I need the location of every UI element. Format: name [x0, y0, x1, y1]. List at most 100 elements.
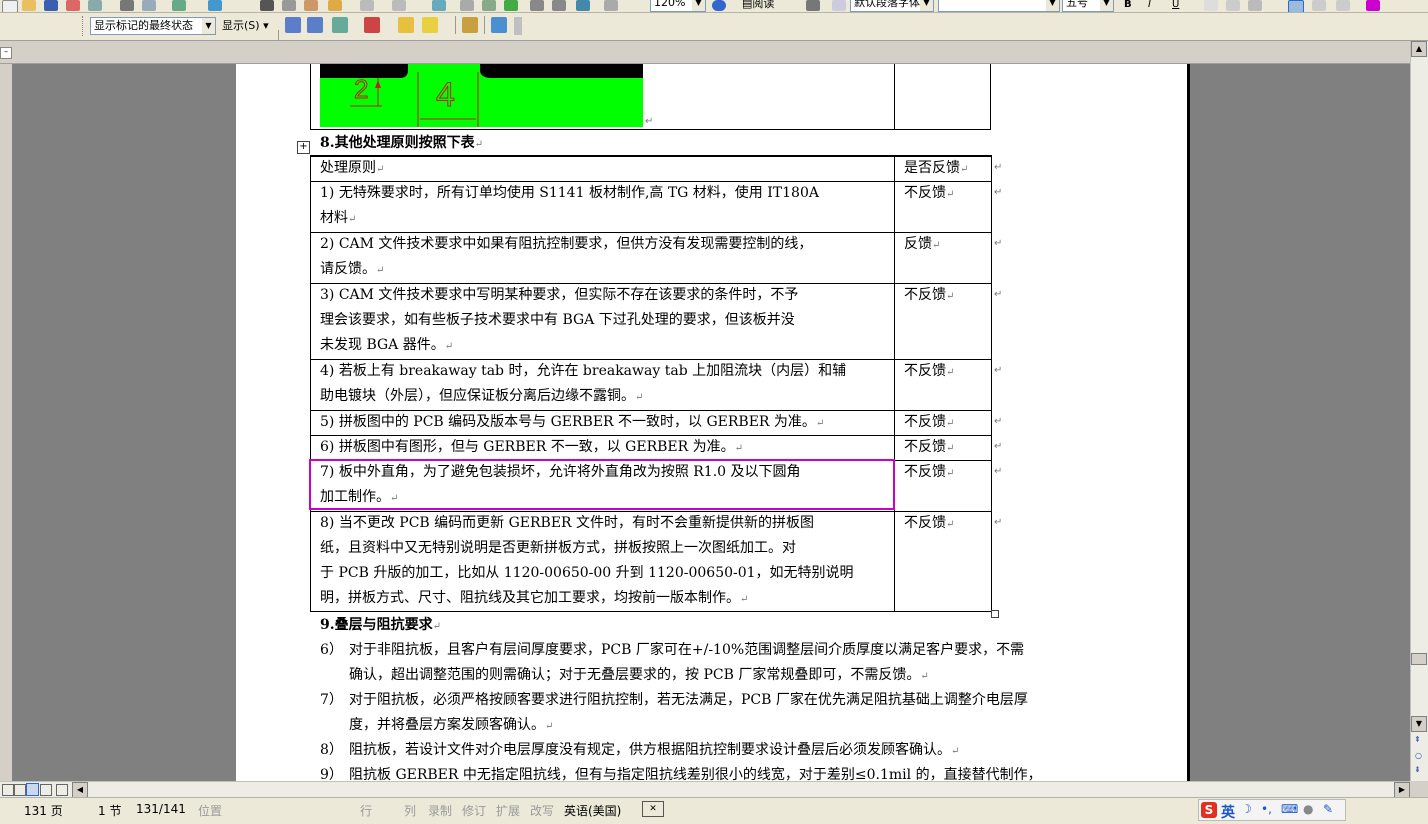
open-folder-icon[interactable] — [22, 0, 36, 11]
print-layout-view-icon[interactable] — [26, 783, 39, 796]
read-button[interactable]: ▤阅读 — [742, 0, 774, 12]
spelling-icon[interactable] — [172, 0, 186, 11]
zoom-select[interactable]: 120% ▼ — [650, 0, 706, 12]
status-overtype[interactable]: 改写 — [530, 802, 554, 819]
ime-mode[interactable]: 英 — [1221, 802, 1235, 822]
toolbar-options-icon[interactable] — [514, 17, 522, 35]
bold-icon[interactable]: B — [1124, 0, 1138, 11]
document-page[interactable]: 2 4 ↵ + 8.其他处理原则按照下表↵ 处理原则↵ 是否反馈↵ ↵ 1) 无特殊要… — [236, 64, 1187, 781]
align-center-icon[interactable] — [1312, 0, 1326, 11]
status-page: 131 页 — [24, 804, 63, 818]
scroll-thumb[interactable] — [1411, 653, 1427, 665]
vertical-scrollbar[interactable]: ▲ ▼ ⇞ ○ ⇟ — [1410, 41, 1428, 781]
principles-table[interactable]: 处理原则↵ 是否反馈↵ ↵ 1) 无特殊要求时，所有订单均使用 S1141 板材制作,… — [310, 155, 1002, 612]
section-9-item-4-line-1: 阻抗板 GERBER 中无指定阻抗线，但有与指定阻抗线差别很小的线宽，对于差别≤… — [349, 767, 1042, 781]
web-layout-view-icon[interactable] — [14, 784, 26, 796]
char-shading-icon[interactable] — [1226, 0, 1240, 11]
section-9-title: 9.叠层与阻抗要求↵ — [320, 617, 442, 633]
user-icon[interactable]: ● — [1303, 802, 1313, 816]
insert-comment-icon[interactable] — [398, 17, 414, 33]
help-icon[interactable] — [712, 0, 726, 11]
style-select[interactable]: 默认段落字体 ▼ — [850, 0, 934, 12]
highlight-icon[interactable] — [422, 17, 438, 33]
reject-change-icon[interactable] — [364, 17, 380, 33]
section-9-item-1-line-1: 对于非阻抗板，且客户有层间厚度要求，PCB 厂家可在+/-10%范围调整层间介质… — [349, 642, 1025, 658]
font-color-icon[interactable] — [1366, 0, 1380, 11]
reviewing-pane-icon[interactable] — [491, 17, 507, 33]
chevron-down-icon: ▾ — [263, 19, 269, 32]
research-icon[interactable] — [208, 0, 222, 11]
track-changes-icon[interactable] — [462, 17, 478, 33]
chevron-down-icon: ▼ — [1100, 0, 1113, 11]
tab-selector-icon[interactable]: – — [0, 47, 12, 59]
sogou-ime-icon[interactable]: S — [1201, 802, 1217, 818]
styles-formatting-icon[interactable] — [832, 0, 846, 11]
moon-icon[interactable]: ☽ — [1241, 802, 1252, 816]
previous-change-icon[interactable] — [285, 17, 301, 33]
format-painter-icon[interactable] — [328, 0, 342, 11]
status-track-changes[interactable]: 修订 — [462, 802, 486, 819]
toolbar-options-icon[interactable] — [806, 0, 820, 11]
insert-table-icon[interactable] — [482, 0, 496, 11]
scroll-right-icon[interactable]: ▶ — [1394, 782, 1410, 798]
status-language[interactable]: 英语(美国) — [564, 802, 621, 819]
end-of-row-mark: ↵ — [994, 238, 1003, 249]
accept-change-icon[interactable] — [332, 17, 348, 33]
hyperlink-icon[interactable] — [432, 0, 446, 11]
font-select[interactable]: ▼ — [938, 0, 1060, 12]
next-change-icon[interactable] — [307, 17, 323, 33]
table-resize-handle[interactable] — [991, 610, 999, 618]
end-of-row-mark: ↵ — [994, 416, 1003, 427]
previous-page-icon[interactable]: ⇞ — [1414, 735, 1421, 744]
save-icon[interactable] — [44, 0, 58, 11]
scroll-up-icon[interactable]: ▲ — [1411, 41, 1427, 57]
print-icon[interactable] — [120, 0, 134, 11]
wrench-icon[interactable]: ✎ — [1323, 802, 1333, 816]
section-9-item-3-number: 8） — [320, 742, 343, 758]
print-preview-icon[interactable] — [142, 0, 156, 11]
underline-icon[interactable]: U — [1172, 0, 1186, 11]
new-document-icon[interactable] — [2, 0, 18, 12]
show-markup-button[interactable]: 显示(S) ▾ — [222, 16, 269, 36]
cut-icon[interactable] — [260, 0, 274, 11]
show-hide-icon[interactable] — [604, 0, 618, 11]
reading-layout-icon[interactable] — [56, 784, 68, 796]
align-left-icon[interactable] — [1288, 0, 1304, 12]
font-size-select[interactable]: 五号 ▼ — [1062, 0, 1114, 12]
email-icon[interactable] — [88, 0, 102, 11]
document-map-icon[interactable] — [576, 0, 590, 11]
normal-view-icon[interactable] — [2, 784, 14, 796]
char-border-icon[interactable] — [1204, 0, 1218, 11]
toolbar-grip[interactable] — [82, 16, 86, 36]
chevron-down-icon: ▼ — [920, 0, 933, 11]
italic-icon[interactable]: I — [1148, 0, 1162, 11]
page-shadow — [1187, 64, 1190, 781]
status-record[interactable]: 录制 — [428, 802, 452, 819]
outline-view-icon[interactable] — [40, 784, 52, 796]
copy-icon[interactable] — [282, 0, 296, 11]
table-move-handle-icon[interactable]: + — [297, 141, 310, 154]
punctuation-icon[interactable]: •, — [1261, 802, 1272, 816]
next-page-icon[interactable]: ⇟ — [1414, 765, 1421, 774]
insert-excel-icon[interactable] — [504, 0, 518, 11]
end-of-row-mark: ↵ — [994, 441, 1003, 452]
tables-borders-icon[interactable] — [460, 0, 474, 11]
scroll-left-icon[interactable]: ◀ — [72, 782, 88, 798]
paste-icon[interactable] — [304, 0, 318, 11]
display-for-review-select[interactable]: 显示标记的最终状态 ▼ — [90, 17, 216, 35]
align-right-icon[interactable] — [1336, 0, 1350, 11]
chevron-down-icon: ▼ — [1046, 0, 1059, 11]
select-browse-object-icon[interactable]: ○ — [1415, 751, 1422, 760]
scroll-down-icon[interactable]: ▼ — [1411, 716, 1427, 732]
horizontal-scrollbar[interactable]: ◀ ▶ — [0, 781, 1410, 798]
keyboard-icon[interactable]: ⌨ — [1281, 802, 1298, 816]
permission-icon[interactable] — [66, 0, 80, 11]
columns-icon[interactable] — [530, 0, 544, 11]
drawing-icon[interactable] — [552, 0, 566, 11]
spelling-status-icon[interactable]: ✕ — [642, 801, 664, 817]
status-extend[interactable]: 扩展 — [496, 802, 520, 819]
status-column: 列 — [404, 804, 417, 818]
char-scale-icon[interactable] — [1248, 0, 1262, 11]
redo-icon[interactable] — [392, 0, 406, 11]
undo-icon[interactable] — [360, 0, 374, 11]
